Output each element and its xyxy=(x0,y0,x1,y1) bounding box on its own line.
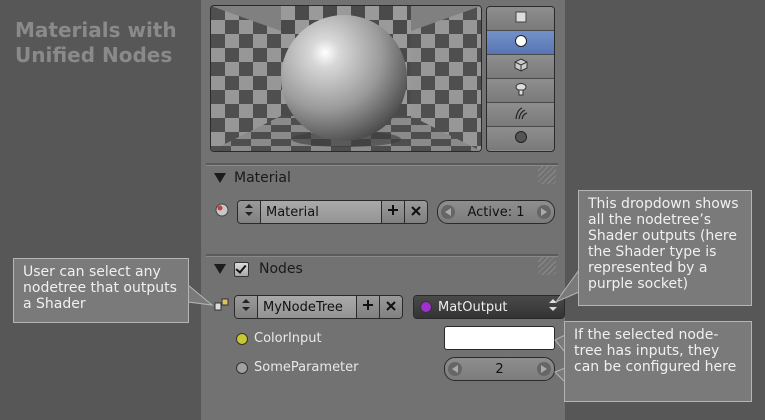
callout-nodetree-inputs: If the selected node-tree has inputs, th… xyxy=(564,321,752,402)
callout-shader-outputs: This dropdown shows all the nodetree’s S… xyxy=(578,190,752,306)
callout-nodetree-select: User can select any nodetree that output… xyxy=(13,258,189,323)
